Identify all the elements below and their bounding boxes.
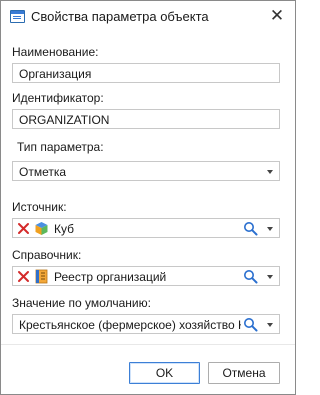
- title-bar: Свойства параметра объекта ✕: [1, 1, 295, 32]
- chevron-down-icon[interactable]: [267, 323, 273, 327]
- dictionary-label: Справочник:: [12, 248, 82, 262]
- default-value-value: Крестьянское (фермерское) хозяйство Кузь: [19, 318, 241, 332]
- object-parameter-properties-dialog: Свойства параметра объекта ✕ Наименовани…: [0, 0, 296, 395]
- dialog-title: Свойства параметра объекта: [31, 9, 209, 24]
- search-icon[interactable]: [243, 221, 258, 236]
- footer-divider: [1, 344, 295, 345]
- clear-icon[interactable]: [17, 270, 30, 283]
- window-icon: [10, 10, 25, 23]
- source-value: Куб: [54, 222, 74, 236]
- clear-icon[interactable]: [17, 222, 30, 235]
- source-label: Источник:: [12, 200, 67, 214]
- param-type-select[interactable]: Отметка: [12, 161, 280, 181]
- default-value-label: Значение по умолчанию:: [12, 296, 151, 310]
- name-value: Организация: [19, 67, 92, 81]
- dictionary-value: Реестр организаций: [54, 270, 167, 284]
- search-icon[interactable]: [243, 317, 258, 332]
- param-type-value: Отметка: [19, 165, 67, 179]
- close-button[interactable]: ✕: [267, 6, 287, 26]
- chevron-down-icon[interactable]: [267, 170, 273, 174]
- source-select[interactable]: Куб: [12, 218, 280, 238]
- close-icon: ✕: [269, 6, 285, 25]
- name-label: Наименование:: [12, 45, 99, 59]
- name-input[interactable]: Организация: [12, 63, 280, 83]
- chevron-down-icon[interactable]: [267, 275, 273, 279]
- ok-button[interactable]: OK: [129, 362, 200, 384]
- search-icon[interactable]: [243, 269, 258, 284]
- chevron-down-icon[interactable]: [267, 227, 273, 231]
- identifier-input[interactable]: ORGANIZATION: [12, 109, 280, 129]
- cube-icon: [35, 222, 48, 235]
- identifier-label: Идентификатор:: [12, 91, 104, 105]
- cancel-button[interactable]: Отмена: [208, 362, 280, 384]
- dictionary-select[interactable]: Реестр организаций: [12, 266, 280, 286]
- identifier-value: ORGANIZATION: [19, 113, 110, 127]
- param-type-label: Тип параметра:: [17, 140, 104, 154]
- dictionary-icon: [35, 269, 48, 284]
- default-value-select[interactable]: Крестьянское (фермерское) хозяйство Кузь: [12, 314, 280, 334]
